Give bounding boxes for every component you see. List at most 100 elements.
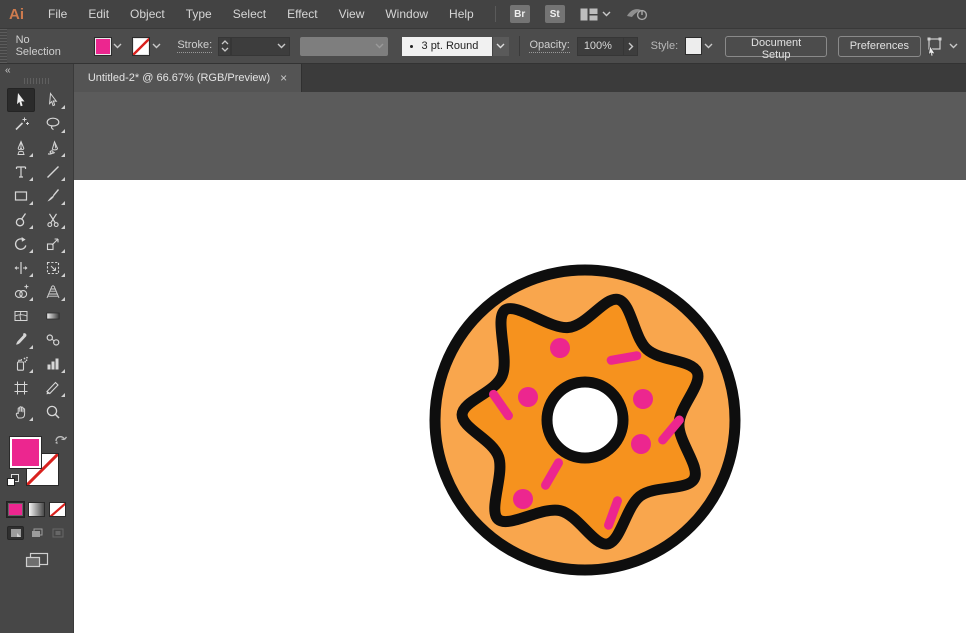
draw-inside-button xyxy=(49,526,66,540)
collapse-panel-button[interactable]: « xyxy=(0,64,11,77)
default-fill-stroke-icon[interactable] xyxy=(7,474,20,492)
pencil-tool[interactable] xyxy=(39,136,67,160)
magic-wand-tool[interactable] xyxy=(7,112,35,136)
gradient-tool[interactable] xyxy=(39,304,67,328)
stroke-weight-label[interactable]: Stroke: xyxy=(177,39,212,53)
menu-select[interactable]: Select xyxy=(231,5,268,23)
artboard-tool-icon xyxy=(12,379,30,397)
preferences-button[interactable]: Preferences xyxy=(838,36,921,57)
sprinkle-dot[interactable] xyxy=(550,338,570,358)
graphic-style-dropdown[interactable] xyxy=(702,37,714,56)
style-panel-button[interactable]: St xyxy=(545,5,565,23)
cs-live-icon xyxy=(625,6,649,22)
brush-definition-dropdown[interactable] xyxy=(492,37,509,56)
hand-tool[interactable] xyxy=(7,400,35,424)
tools-panel-grip[interactable] xyxy=(24,78,50,84)
lasso-tool-icon xyxy=(44,115,62,133)
opacity-dropdown[interactable] xyxy=(624,37,637,56)
chevron-down-icon xyxy=(602,11,611,17)
menu-window[interactable]: Window xyxy=(383,5,430,23)
selection-status: No Selection xyxy=(16,34,78,58)
fill-stroke-indicator xyxy=(5,432,69,494)
pen-tool[interactable] xyxy=(7,136,35,160)
rotate-tool[interactable] xyxy=(7,232,35,256)
shape-builder-tool[interactable] xyxy=(7,280,35,304)
cs-live-button[interactable] xyxy=(625,6,649,22)
chevron-down-icon xyxy=(704,43,713,49)
menu-type[interactable]: Type xyxy=(184,5,214,23)
color-button[interactable] xyxy=(7,502,24,517)
panel-grip[interactable] xyxy=(0,29,7,63)
chevron-down-icon xyxy=(949,43,958,49)
eyedropper-tool[interactable] xyxy=(7,328,35,352)
mesh-tool-icon xyxy=(12,307,30,325)
brush-definition-combo[interactable]: 3 pt. Round xyxy=(402,37,509,56)
type-tool[interactable] xyxy=(7,160,35,184)
tab-close-icon[interactable]: × xyxy=(280,72,287,84)
column-graph-tool[interactable] xyxy=(39,352,67,376)
menu-file[interactable]: File xyxy=(46,5,69,23)
donut-hole-shape[interactable] xyxy=(547,382,623,458)
gradient-button[interactable] xyxy=(28,502,45,517)
fill-color-dropdown[interactable] xyxy=(112,37,124,56)
scissors-tool[interactable] xyxy=(39,208,67,232)
sprinkle-dot[interactable] xyxy=(631,434,651,454)
rectangle-tool[interactable] xyxy=(7,184,35,208)
fill-color-swatch[interactable] xyxy=(94,37,112,56)
slice-tool[interactable] xyxy=(39,376,67,400)
free-transform-tool[interactable] xyxy=(39,256,67,280)
opacity-label[interactable]: Opacity: xyxy=(529,39,569,53)
lasso-tool[interactable] xyxy=(39,112,67,136)
bridge-button[interactable]: Br xyxy=(510,5,530,23)
stroke-color-swatch[interactable] xyxy=(132,37,150,56)
swap-fill-stroke-icon[interactable] xyxy=(54,432,67,450)
none-button[interactable] xyxy=(49,502,66,517)
menu-object[interactable]: Object xyxy=(128,5,167,23)
stroke-weight-select[interactable] xyxy=(231,37,290,56)
scale-tool[interactable] xyxy=(39,232,67,256)
draw-behind-icon xyxy=(31,528,43,538)
direct-selection-tool[interactable] xyxy=(39,88,67,112)
blend-tool[interactable] xyxy=(39,328,67,352)
arrange-documents-button[interactable] xyxy=(580,8,611,21)
stroke-color-dropdown[interactable] xyxy=(150,37,162,56)
width-profile-select xyxy=(300,37,387,56)
slice-tool-icon xyxy=(44,379,62,397)
menu-view[interactable]: View xyxy=(337,5,367,23)
menu-edit[interactable]: Edit xyxy=(86,5,111,23)
artboard-tool[interactable] xyxy=(7,376,35,400)
width-tool[interactable] xyxy=(7,256,35,280)
sprinkle-dot[interactable] xyxy=(513,489,533,509)
selection-tool[interactable] xyxy=(7,88,35,112)
menu-help[interactable]: Help xyxy=(447,5,476,23)
symbol-sprayer-tool[interactable] xyxy=(7,352,35,376)
screen-mode-button[interactable] xyxy=(25,552,49,574)
mesh-tool[interactable] xyxy=(7,304,35,328)
paintbrush-tool[interactable] xyxy=(39,184,67,208)
fill-swatch[interactable] xyxy=(9,436,42,469)
document-tab[interactable]: Untitled-2* @ 66.67% (RGB/Preview) × xyxy=(74,64,302,92)
perspective-grid-tool[interactable] xyxy=(39,280,67,304)
sprinkle-dot[interactable] xyxy=(633,389,653,409)
document-setup-button[interactable]: Document Setup xyxy=(725,36,826,57)
menu-effect[interactable]: Effect xyxy=(285,5,319,23)
style-label: Style: xyxy=(651,40,679,52)
sprinkle-dash[interactable] xyxy=(611,356,637,361)
selection-options-group[interactable] xyxy=(921,37,958,56)
draw-inside-icon xyxy=(52,528,64,538)
graphic-style-swatch[interactable] xyxy=(685,37,702,55)
width-tool-icon xyxy=(12,259,30,277)
draw-behind-button[interactable] xyxy=(28,526,45,540)
brush-definition-value[interactable]: 3 pt. Round xyxy=(402,37,492,56)
line-tool[interactable] xyxy=(39,160,67,184)
donut-artwork[interactable] xyxy=(425,260,745,580)
opacity-input[interactable]: 100% xyxy=(577,37,625,56)
sprinkle-dot[interactable] xyxy=(518,387,538,407)
magic-wand-tool-icon xyxy=(12,115,30,133)
canvas-area[interactable] xyxy=(74,92,966,633)
blob-brush-tool[interactable] xyxy=(7,208,35,232)
zoom-tool[interactable] xyxy=(39,400,67,424)
arrange-documents-icon xyxy=(580,8,598,21)
stroke-weight-stepper[interactable] xyxy=(218,37,231,56)
draw-normal-button[interactable] xyxy=(7,526,24,540)
